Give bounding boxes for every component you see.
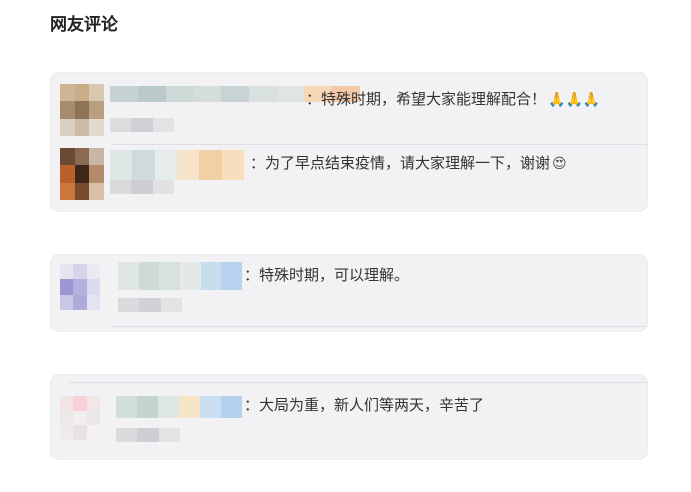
comment-meta [116,428,180,442]
divider [112,326,648,327]
username[interactable] [118,262,243,290]
comment-meta [110,180,174,194]
comment-text: ：特殊时期，希望大家能理解配合！ 🙏🙏🙏 [306,90,601,108]
avatar[interactable] [60,396,100,440]
comment-item: ：特殊时期，希望大家能理解配合！ 🙏🙏🙏 [50,78,648,144]
avatar[interactable] [60,148,104,200]
comment-item: ：特殊时期，可以理解。 [50,258,648,324]
avatar[interactable] [60,84,104,136]
comment-meta [110,118,174,132]
comment-item: ：为了早点结束疫情，请大家理解一下，谢谢 😍 [50,144,648,210]
divider [68,382,648,383]
comment-text: ：特殊时期，可以理解。 [244,266,410,284]
comment-card: ：大局为重，新人们等两天，辛苦了 [50,374,648,460]
avatar[interactable] [60,264,100,310]
username[interactable] [110,150,244,180]
pray-emoji-icon: 🙏🙏🙏 [548,92,601,108]
heart-eyes-emoji-icon: 😍 [552,156,567,172]
comment-card: ：特殊时期，希望大家能理解配合！ 🙏🙏🙏 ：为了早点结束疫情，请大家理解一下，谢谢… [50,72,648,212]
comment-text: ：大局为重，新人们等两天，辛苦了 [244,396,485,414]
comment-text: ：为了早点结束疫情，请大家理解一下，谢谢 😍 [250,154,567,172]
username[interactable] [116,396,242,418]
comment-card: ：特殊时期，可以理解。 [50,254,648,332]
comment-meta [118,298,182,312]
comment-item: ：大局为重，新人们等两天，辛苦了 [50,386,648,452]
section-title: 网友评论 [50,15,118,35]
